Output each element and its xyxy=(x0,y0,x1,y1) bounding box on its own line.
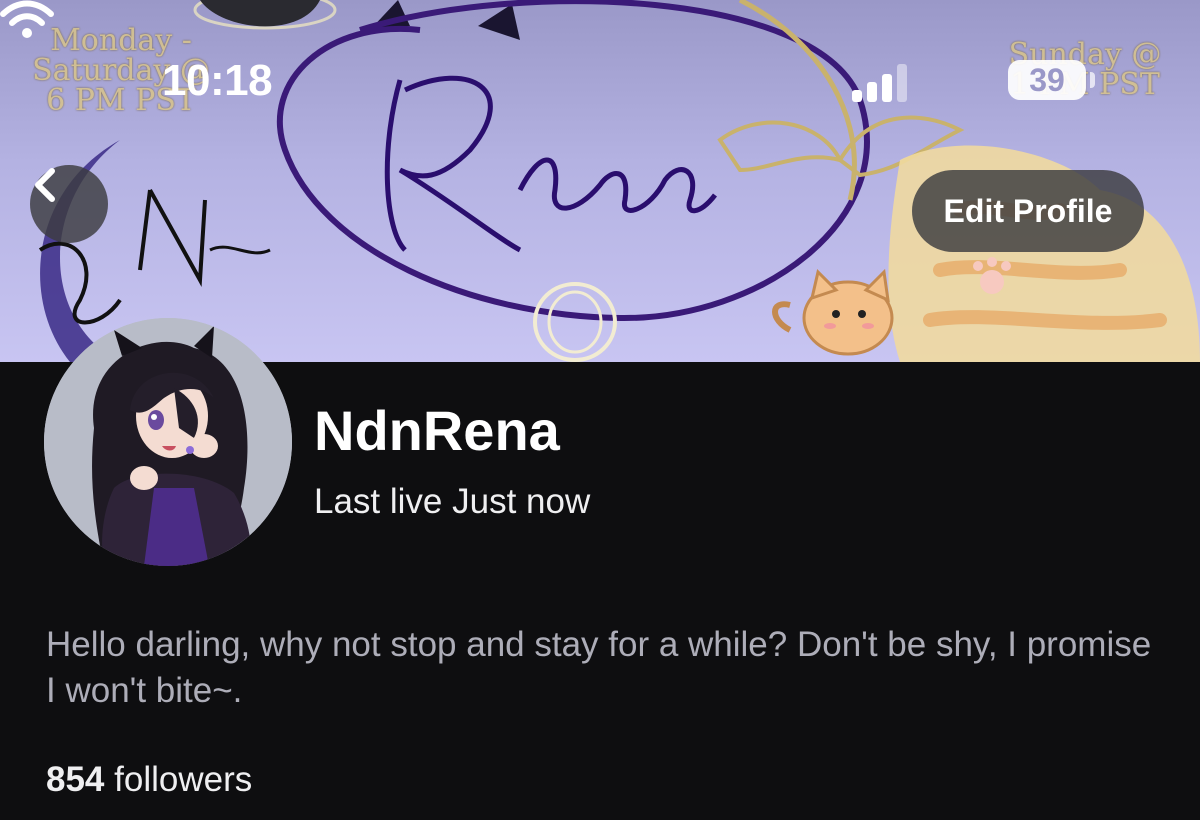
edit-profile-button[interactable]: Edit Profile xyxy=(912,170,1144,252)
avatar-image xyxy=(44,318,292,566)
avatar[interactable] xyxy=(44,318,292,566)
battery-level: 39 xyxy=(1029,61,1065,98)
back-button[interactable] xyxy=(30,165,108,243)
cellular-signal-icon xyxy=(852,62,912,102)
followers-count[interactable]: 854 followers xyxy=(46,760,252,800)
profile-bio: Hello darling, why not stop and stay for… xyxy=(46,625,1152,710)
status-bar-time: 10:18 xyxy=(162,56,273,105)
wifi-icon xyxy=(0,0,54,38)
last-live-status: Last live Just now xyxy=(314,482,591,521)
battery-icon: 39 xyxy=(1008,60,1086,100)
chevron-left-icon xyxy=(35,168,55,202)
battery-tip xyxy=(1090,72,1095,88)
username: NdnRena xyxy=(314,399,560,462)
profile-banner: Monday - Saturday @ 6 PM PST Sunday @ 1 … xyxy=(0,0,1200,362)
followers-label: followers xyxy=(114,760,253,799)
followers-number: 854 xyxy=(46,760,105,799)
